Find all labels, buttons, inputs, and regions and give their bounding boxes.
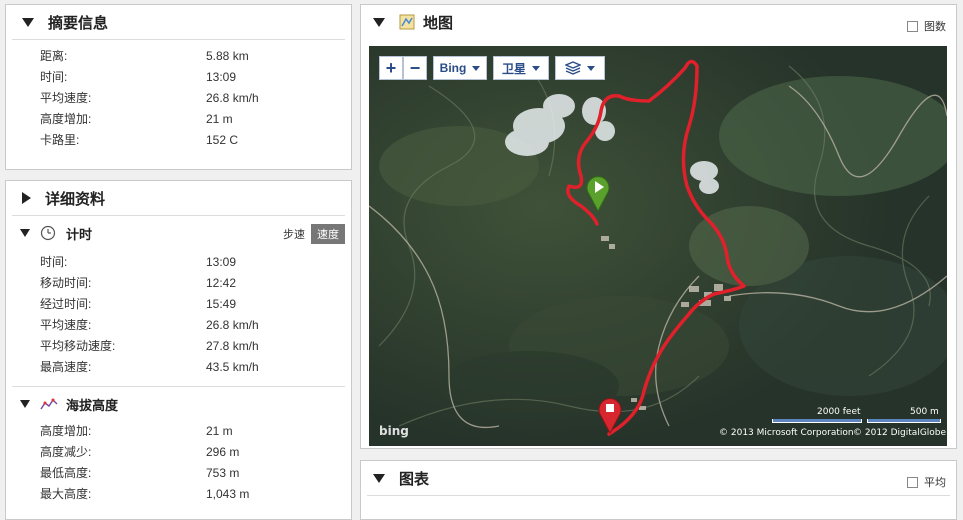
- chevron-down-icon: [532, 65, 540, 71]
- legend-checkbox-group[interactable]: 图数: [907, 18, 946, 34]
- chart-header[interactable]: 图表: [367, 461, 950, 496]
- average-checkbox-label: 平均: [924, 477, 946, 489]
- elevation-row: 最大高度: 1,043 m: [40, 487, 250, 501]
- collapse-triangle-icon[interactable]: [373, 17, 385, 27]
- elevation-section-header[interactable]: 海拔高度: [6, 387, 351, 421]
- elevation-row: 高度减少: 296 m: [40, 445, 240, 459]
- elevation-title: 海拔高度: [66, 398, 119, 414]
- summary-list: 距离: 5.88 km 时间: 13:09 平均速度: 26.8 km/h 高度增加:…: [6, 40, 351, 151]
- map-icon: [399, 14, 415, 30]
- elevation-graph-icon: [40, 398, 58, 410]
- end-marker-icon[interactable]: [597, 396, 623, 434]
- chart-title: 图表: [399, 469, 430, 488]
- details-panel: 详细资料 计时 步速 速度 时间: 13:09 移动时间: 12:42 经过时间: 1…: [5, 180, 352, 520]
- scale-bar-feet: [772, 419, 862, 423]
- legend-checkbox[interactable]: [907, 20, 918, 32]
- elevation-row: 最低高度: 753 m: [40, 466, 240, 480]
- summary-title: 摘要信息: [48, 13, 109, 32]
- bing-logo: bing: [379, 424, 409, 438]
- elevation-row: 高度增加: 21 m: [40, 424, 233, 438]
- average-checkbox[interactable]: [907, 476, 918, 488]
- scale-feet-label: 2000 feet: [817, 407, 861, 417]
- timing-title: 计时: [66, 227, 93, 243]
- summary-header[interactable]: 摘要信息: [12, 5, 345, 40]
- summary-row: 高度增加: 21 m: [40, 112, 233, 126]
- chevron-down-icon: [587, 65, 595, 71]
- collapse-triangle-icon[interactable]: [373, 473, 385, 483]
- summary-panel: 摘要信息 距离: 5.88 km 时间: 13:09 平均速度: 26.8 km/h …: [5, 4, 352, 170]
- timing-list: 时间: 13:09 移动时间: 12:42 经过时间: 15:49 平均速度: 26.8…: [6, 250, 351, 378]
- timing-row: 平均速度: 26.8 km/h: [40, 318, 259, 332]
- pace-speed-toggle: 步速 速度: [277, 224, 345, 244]
- expand-triangle-icon[interactable]: [22, 192, 31, 204]
- collapse-triangle-icon[interactable]: [22, 17, 34, 27]
- elevation-list: 高度增加: 21 m 高度减少: 296 m 最低高度: 753 m 最大高度: 1,0…: [6, 421, 351, 505]
- timing-row: 平均移动速度: 27.8 km/h: [40, 339, 259, 353]
- legend-checkbox-label: 图数: [924, 21, 946, 33]
- satellite-terrain: [369, 46, 947, 446]
- average-checkbox-group[interactable]: 平均: [907, 474, 946, 490]
- start-marker-icon[interactable]: [585, 174, 611, 212]
- chevron-down-icon: [472, 65, 481, 71]
- scale-meters-label: 500 m: [910, 407, 939, 417]
- layers-icon: [565, 61, 581, 75]
- zoom-in-button[interactable]: +: [379, 56, 403, 80]
- summary-row: 时间: 13:09: [40, 70, 237, 84]
- clock-icon: [40, 225, 56, 241]
- timing-row: 经过时间: 15:49: [40, 297, 237, 311]
- timing-row: 移动时间: 12:42: [40, 276, 237, 290]
- layers-dropdown[interactable]: [555, 56, 605, 80]
- map-provider-label: Bing: [439, 61, 467, 75]
- map-header[interactable]: 地图: [361, 5, 956, 39]
- summary-row: 卡路里: 152 C: [40, 133, 239, 147]
- map-type-dropdown[interactable]: 卫星: [493, 56, 549, 80]
- timing-row: 最高速度: 43.5 km/h: [40, 360, 259, 374]
- scale-bar-meters: [867, 419, 941, 423]
- copyright-microsoft: © 2013 Microsoft Corporation: [719, 428, 854, 438]
- collapse-triangle-icon[interactable]: [20, 400, 30, 408]
- summary-row: 距离: 5.88 km: [40, 49, 249, 63]
- pace-toggle-button[interactable]: 步速: [277, 224, 311, 244]
- timing-section-header[interactable]: 计时 步速 速度: [6, 216, 351, 250]
- chart-panel: 图表 平均: [360, 460, 957, 520]
- map-provider-dropdown[interactable]: Bing: [433, 56, 487, 80]
- collapse-triangle-icon[interactable]: [20, 229, 30, 237]
- map-type-label: 卫星: [501, 61, 526, 76]
- zoom-out-button[interactable]: −: [403, 56, 427, 80]
- details-header[interactable]: 详细资料: [12, 181, 345, 216]
- speed-toggle-button[interactable]: 速度: [311, 224, 345, 244]
- map-title: 地图: [423, 13, 454, 32]
- details-title: 详细资料: [45, 189, 106, 208]
- copyright-digitalglobe: © 2012 DigitalGlobe: [853, 428, 947, 438]
- map-view[interactable]: + − Bing 卫星 2000 feet 500 m bing © 2013 …: [369, 46, 947, 446]
- timing-row: 时间: 13:09: [40, 255, 237, 269]
- map-panel: 地图 图数 + − Bing 卫星 2000 feet 500 m bing ©…: [360, 4, 957, 449]
- summary-row: 平均速度: 26.8 km/h: [40, 91, 259, 105]
